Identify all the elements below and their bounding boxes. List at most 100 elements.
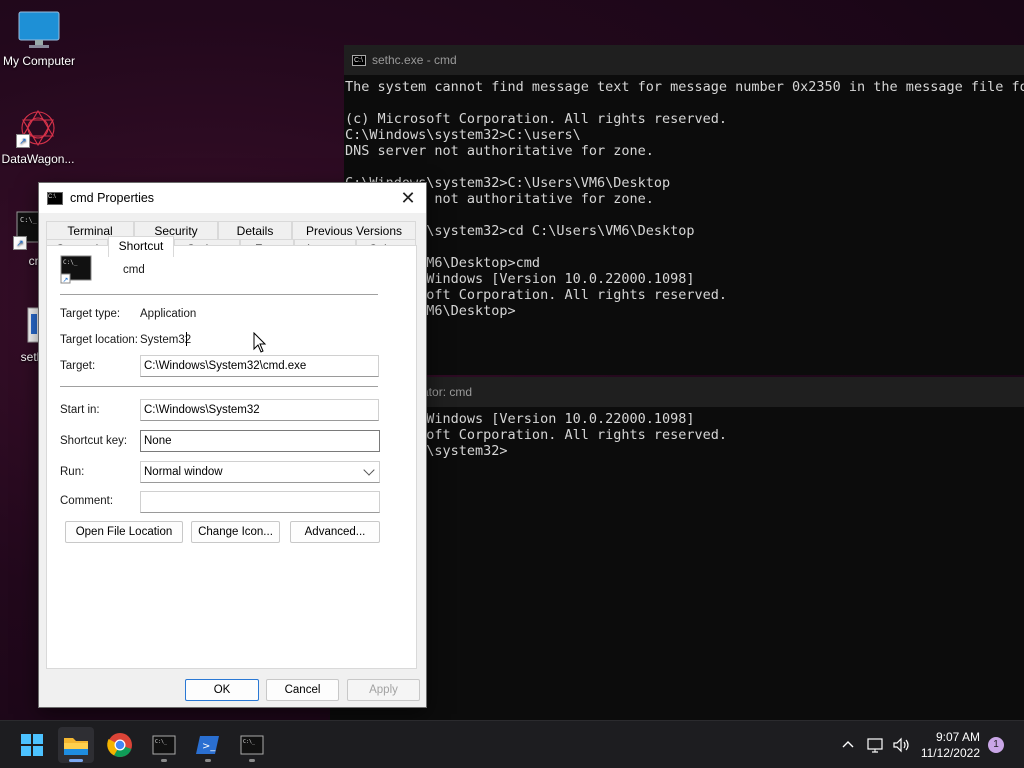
svg-text:C:\_: C:\_: [63, 259, 78, 266]
folder-icon: [64, 738, 88, 755]
taskbar-powershell[interactable]: >_: [190, 727, 226, 763]
tab-previous-versions[interactable]: Previous Versions: [292, 221, 416, 239]
console-window-sethc[interactable]: C:\ sethc.exe - cmd The system cannot fi…: [344, 45, 1024, 375]
divider: [60, 294, 378, 295]
apply-button[interactable]: Apply: [347, 679, 420, 701]
running-indicator: [205, 759, 211, 762]
running-indicator: [249, 759, 255, 762]
taskbar-file-explorer[interactable]: [58, 727, 94, 763]
desktop-icon-label: DataWagon...: [1, 152, 75, 166]
target-location-value: System32: [140, 334, 192, 346]
target-label: Target:: [60, 360, 96, 372]
taskbar: C:\_ >_ C:\_ 9:07 AM 11/12/2022 1: [0, 720, 1024, 768]
dialog-title: cmd Properties: [70, 191, 155, 205]
chevron-down-icon: [363, 464, 375, 476]
taskbar-cmd[interactable]: C:\_: [146, 727, 182, 763]
tab-details[interactable]: Details: [218, 221, 292, 239]
console-line: C:\Windows\system32>cd C:\Users\VM6\Desk…: [345, 223, 695, 239]
console-output[interactable]: Microsoft Windows [Version 10.0.22000.10…: [330, 407, 1024, 459]
shortcut-key-label: Shortcut key:: [60, 435, 128, 447]
tab-shortcut[interactable]: Shortcut: [108, 236, 174, 257]
desktop-icon-my-computer[interactable]: My Computer: [0, 10, 81, 68]
svg-text:↗: ↗: [63, 277, 69, 284]
monitor-icon: [17, 10, 61, 50]
desktop-icon-label: My Computer: [2, 54, 76, 68]
powershell-icon: >_: [196, 736, 219, 754]
console-line: C:\Windows\system32>C:\Users\VM6\Desktop: [345, 175, 671, 191]
text-cursor: [186, 332, 187, 346]
run-select-value: Normal window: [144, 466, 223, 478]
desktop-icon-datawagon[interactable]: ↗ DataWagon...: [0, 108, 80, 166]
target-field[interactable]: C:\Windows\System32\cmd.exe: [140, 355, 379, 377]
cmd-icon: C:\: [352, 54, 366, 66]
volume-icon[interactable]: [892, 736, 912, 754]
console-line: C:\Users\VM6\Desktop>cmd: [345, 255, 541, 271]
windows-logo-icon: [21, 734, 43, 756]
system-clock[interactable]: 9:07 AM 11/12/2022: [921, 729, 980, 761]
cmd-icon: C:\_: [152, 735, 176, 755]
run-select[interactable]: Normal window: [140, 461, 380, 483]
shortcut-key-field[interactable]: None: [140, 430, 380, 452]
target-type-label: Target type:: [60, 308, 121, 320]
cmd-properties-dialog[interactable]: C:\ cmd Properties ✕ Terminal Security D…: [38, 182, 427, 708]
cmd-icon: C:\_: [240, 735, 264, 755]
console-line: (c) Microsoft Corporation. All rights re…: [345, 111, 728, 127]
console-line: DNS server not authoritative for zone.: [345, 191, 654, 207]
console-titlebar[interactable]: C:\ Administrator: cmd: [330, 377, 1024, 407]
advanced-button[interactable]: Advanced...: [290, 521, 380, 543]
shortcut-panel: C:\_ ↗ cmd Target type: Application Targe…: [46, 245, 417, 669]
console-line: C:\Users\VM6\Desktop>: [345, 303, 516, 319]
console-line: Microsoft Windows [Version 10.0.22000.10…: [345, 411, 695, 427]
console-line: C:\Windows\system32>C:\users\: [345, 127, 581, 143]
notification-badge[interactable]: 1: [988, 737, 1004, 753]
start-button[interactable]: [14, 727, 50, 763]
shortcut-cmd-icon: C:\_ ↗: [60, 255, 92, 285]
shortcut-arrow-icon: ↗: [16, 134, 30, 148]
console-output[interactable]: The system cannot find message text for …: [344, 75, 1024, 319]
mouse-cursor-icon: [253, 331, 267, 354]
taskbar-chrome[interactable]: [102, 727, 138, 763]
shortcut-name: cmd: [123, 264, 145, 276]
comment-label: Comment:: [60, 495, 114, 507]
console-title: sethc.exe - cmd: [372, 53, 457, 67]
cancel-button[interactable]: Cancel: [266, 679, 339, 701]
divider: [60, 386, 378, 387]
svg-text:C:\_: C:\_: [155, 739, 168, 745]
chrome-icon: [107, 733, 132, 758]
console-titlebar[interactable]: C:\ sethc.exe - cmd: [344, 45, 1024, 75]
console-line: The system cannot find message text for …: [345, 79, 1024, 95]
clock-time: 9:07 AM: [935, 730, 980, 744]
console-window-admin[interactable]: C:\ Administrator: cmd Microsoft Windows…: [330, 377, 1024, 720]
console-line: DNS server not authoritative for zone.: [345, 143, 654, 159]
network-icon[interactable]: [866, 736, 886, 754]
target-type-value: Application: [140, 308, 197, 320]
target-location-label: Target location:: [60, 334, 138, 346]
active-indicator: [69, 759, 83, 762]
running-indicator: [161, 759, 167, 762]
change-icon-button[interactable]: Change Icon...: [191, 521, 280, 543]
start-in-label: Start in:: [60, 404, 100, 416]
run-label: Run:: [60, 466, 85, 478]
close-button[interactable]: ✕: [398, 188, 418, 208]
start-in-field[interactable]: C:\Windows\System32: [140, 399, 379, 421]
cmd-icon: C:\: [47, 191, 63, 205]
svg-text:C:\_: C:\_: [243, 739, 256, 745]
ok-button[interactable]: OK: [185, 679, 259, 701]
datawagon-logo-icon: ↗: [16, 108, 60, 148]
console-line: (c) Microsoft Corporation. All rights re…: [345, 427, 728, 443]
clock-date: 11/12/2022: [920, 746, 980, 760]
console-line: Microsoft Windows [Version 10.0.22000.10…: [345, 271, 695, 287]
shortcut-arrow-icon: ↗: [13, 236, 27, 250]
dialog-titlebar[interactable]: C:\ cmd Properties: [39, 183, 426, 213]
chevron-up-icon[interactable]: [840, 737, 856, 753]
svg-text:>_: >_: [202, 741, 216, 752]
taskbar-cmd-2[interactable]: C:\_: [234, 727, 270, 763]
comment-field[interactable]: [140, 491, 380, 513]
open-file-location-button[interactable]: Open File Location: [65, 521, 183, 543]
svg-text:C:\_: C:\_: [20, 216, 38, 224]
console-line: C:\Windows\system32>: [345, 443, 1024, 459]
